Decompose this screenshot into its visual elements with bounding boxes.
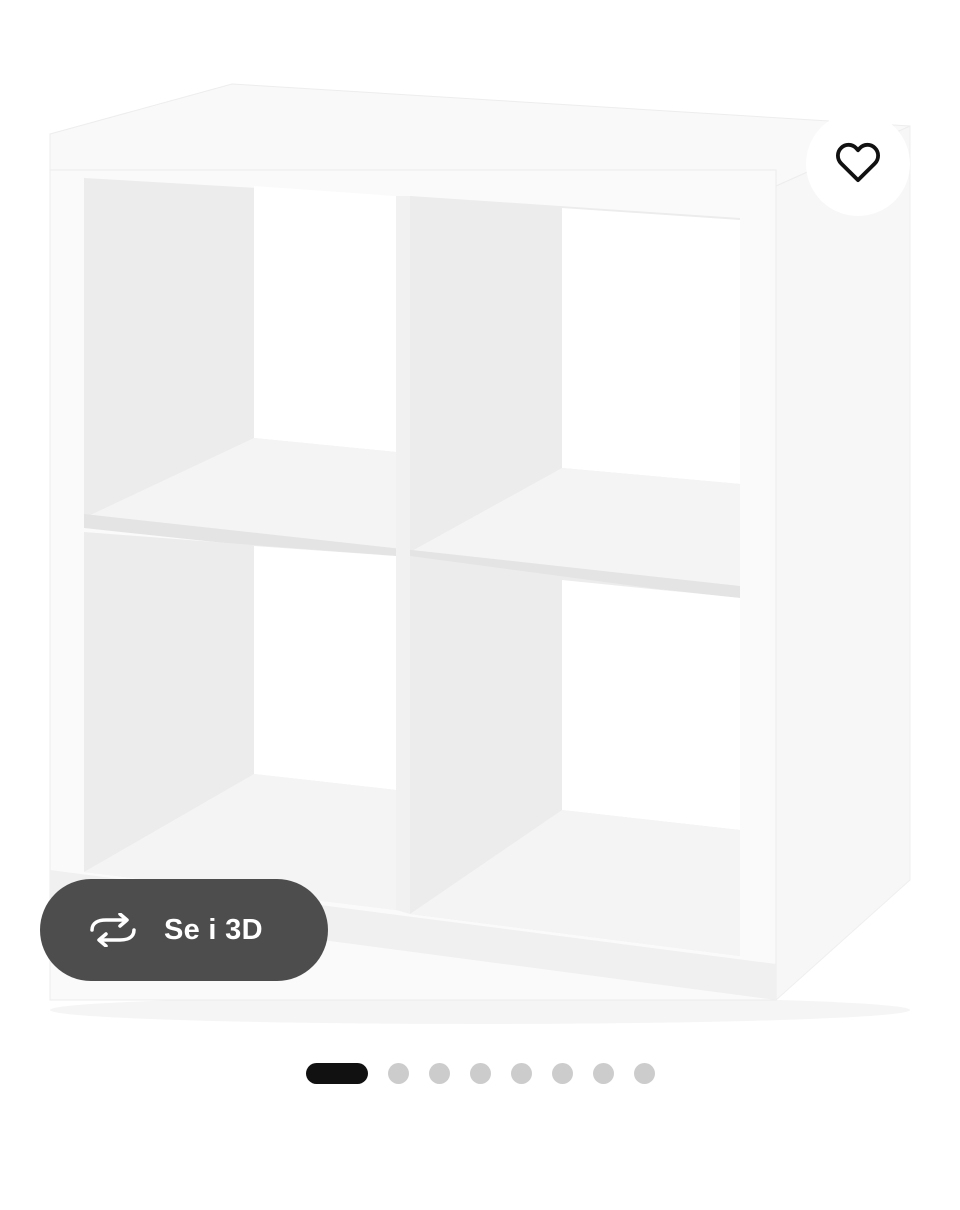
view-in-3d-label: Se i 3D <box>164 913 263 946</box>
carousel-dot[interactable] <box>510 1062 532 1084</box>
carousel-dot[interactable] <box>469 1062 491 1084</box>
carousel-dot[interactable] <box>387 1062 409 1084</box>
carousel-dot[interactable] <box>428 1062 450 1084</box>
carousel-pagination <box>0 1062 960 1084</box>
heart-outline-icon <box>835 141 881 188</box>
rotate-3d-icon <box>86 910 140 950</box>
favourite-button[interactable] <box>806 112 910 216</box>
carousel-dot[interactable] <box>633 1062 655 1084</box>
view-in-3d-button[interactable]: Se i 3D <box>40 879 328 981</box>
carousel-dot[interactable] <box>592 1062 614 1084</box>
carousel-dot[interactable] <box>551 1062 573 1084</box>
carousel-dot-active[interactable] <box>305 1062 368 1084</box>
